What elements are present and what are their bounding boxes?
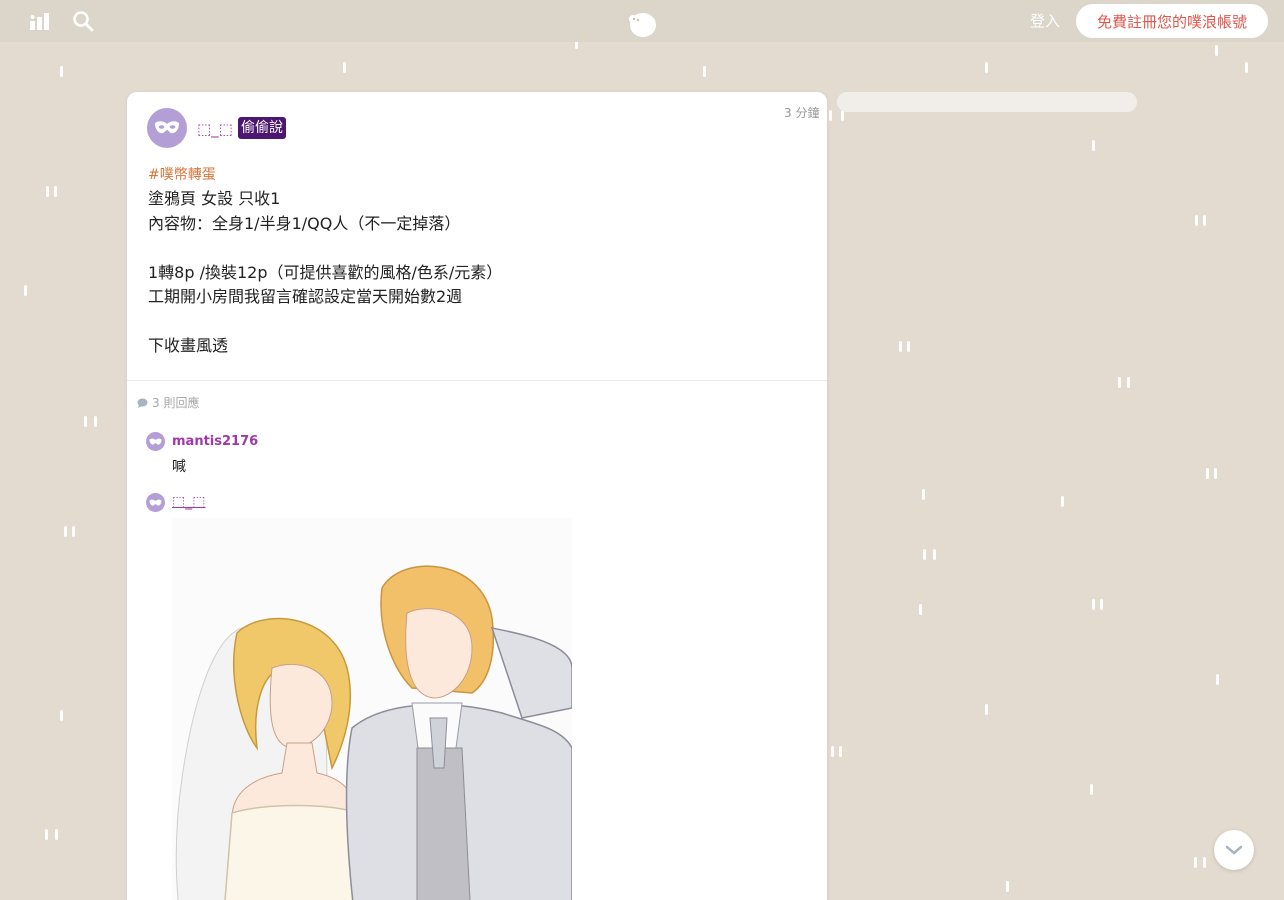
rain-drop [907, 341, 910, 352]
rain-drop [1061, 496, 1064, 507]
stats-icon[interactable] [30, 12, 50, 30]
rain-drop [24, 285, 27, 296]
signup-button[interactable]: 免費註冊您的噗浪帳號 [1076, 4, 1268, 38]
rain-drop [1092, 599, 1095, 610]
rain-drop [923, 549, 926, 560]
rain-drop [1203, 857, 1206, 868]
chevron-down-icon [1225, 845, 1243, 855]
rain-drop [60, 710, 63, 721]
qualifier-badge: 偷偷說 [238, 117, 286, 139]
rain-drop [55, 829, 58, 840]
rain-drop [922, 489, 925, 500]
top-bar: 登入 免費註冊您的噗浪帳號 [0, 0, 1284, 42]
rain-drop [1100, 599, 1103, 610]
sidebar-loading-placeholder [837, 92, 1137, 112]
rain-drop [46, 186, 49, 197]
plurk-content: 塗鴉頁 女設 只收1 內容物：全身1/半身1/QQ人（不一定掉落） 1轉8p /… [148, 189, 503, 355]
reply-count[interactable]: 3 則回應 [137, 394, 199, 411]
reply-text: 喊 [172, 459, 186, 475]
rain-drop [64, 526, 67, 537]
rain-drop [1092, 140, 1095, 151]
rain-drop [1195, 215, 1198, 226]
login-link[interactable]: 登入 [1030, 12, 1060, 30]
rain-drop [94, 416, 97, 427]
rain-drop [985, 704, 988, 715]
hashtag-link[interactable]: #噗幣轉蛋 [148, 164, 216, 184]
rain-drop [1006, 881, 1009, 892]
reply-image[interactable] [172, 518, 572, 900]
rain-drop [831, 746, 834, 757]
reply-author[interactable]: mantis2176 [172, 434, 258, 449]
rain-drop [1216, 674, 1219, 685]
rain-drop [933, 549, 936, 560]
comment-icon [137, 398, 148, 408]
rain-drop [1118, 377, 1121, 388]
divider [127, 380, 827, 381]
rain-drop [1206, 468, 1209, 479]
reply-count-label: 3 則回應 [152, 396, 200, 410]
rain-drop [45, 829, 48, 840]
post-time: 3 分鐘 [784, 106, 820, 120]
rain-drop [839, 746, 842, 757]
rain-drop [60, 66, 63, 77]
avatar[interactable] [147, 108, 187, 148]
rain-drop [1245, 62, 1248, 73]
reply-author[interactable]: ⬚_⬚ [172, 494, 205, 510]
mask-icon [155, 121, 179, 134]
rain-drop [703, 66, 706, 77]
rain-drop [1194, 857, 1197, 868]
plurk-logo-icon[interactable] [626, 10, 658, 38]
rain-drop [84, 416, 87, 427]
rain-drop [829, 110, 832, 121]
reply-avatar[interactable] [146, 432, 165, 451]
scroll-down-button[interactable] [1214, 830, 1254, 870]
mask-icon [149, 499, 162, 506]
rain-drop [919, 604, 922, 615]
rain-drop [985, 62, 988, 73]
search-icon[interactable] [72, 10, 94, 32]
mask-icon [149, 438, 162, 445]
rain-drop [1215, 45, 1218, 56]
reply-avatar[interactable] [146, 493, 165, 512]
rain-drop [1203, 215, 1206, 226]
rain-drop [343, 62, 346, 73]
rain-drop [899, 341, 902, 352]
rain-drop [72, 526, 75, 537]
wedding-illustration [175, 565, 572, 900]
rain-drop [1214, 468, 1217, 479]
rain-drop [1127, 377, 1130, 388]
rain-drop [1090, 784, 1093, 795]
rain-drop [54, 186, 57, 197]
author-name[interactable]: ⬚_⬚ [197, 120, 233, 138]
plurk-card: ⬚_⬚ 偷偷說 3 分鐘 #噗幣轉蛋 塗鴉頁 女設 只收1 內容物：全身1/半身… [127, 92, 827, 900]
